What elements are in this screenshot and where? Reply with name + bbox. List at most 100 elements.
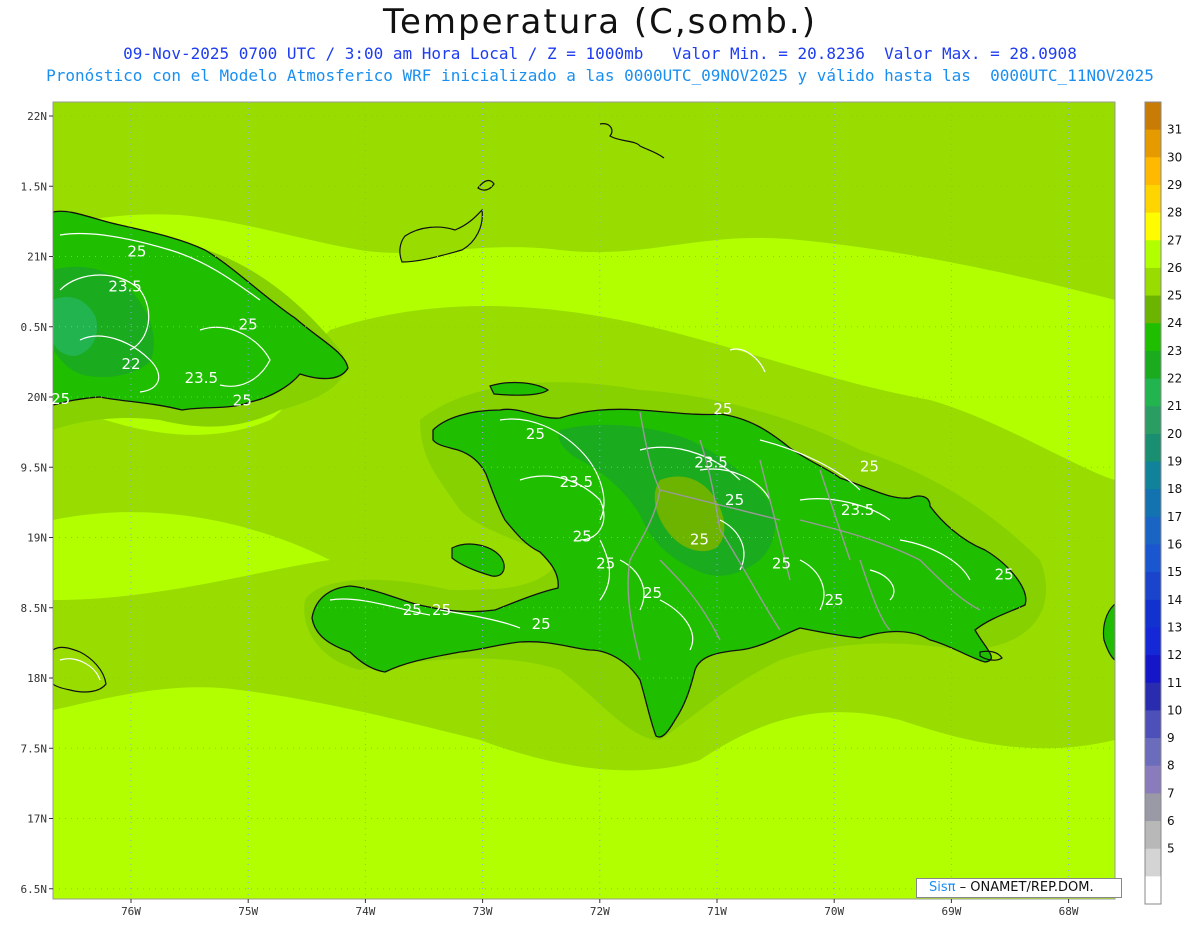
- legend-label: 16: [1167, 537, 1182, 551]
- lat-label: 6.5N: [21, 883, 48, 896]
- contour-label: 23.5: [841, 501, 874, 519]
- contour-label: 23.5: [694, 453, 727, 471]
- legend-swatch: [1145, 682, 1161, 711]
- legend-swatch: [1145, 102, 1161, 131]
- credit-brand: Sisπ: [929, 880, 956, 895]
- lat-label: 18N: [27, 672, 47, 685]
- contour-label: 25: [995, 566, 1014, 584]
- contour-label: 25: [526, 425, 545, 443]
- legend-swatch: [1145, 544, 1161, 573]
- legend-swatch: [1145, 157, 1161, 186]
- legend-swatch: [1145, 821, 1161, 850]
- legend-label: 28: [1167, 206, 1182, 220]
- legend-swatch: [1145, 378, 1161, 407]
- contour-label: 25: [127, 243, 146, 261]
- legend-swatch: [1145, 433, 1161, 463]
- legend-swatch: [1145, 295, 1161, 324]
- legend-swatch: [1145, 212, 1161, 241]
- legend-label: 19: [1167, 455, 1182, 469]
- legend-label: 27: [1167, 233, 1182, 247]
- map-canvas: 22N 1.5N 21N 0.5N 20N 9.5N 19N 8.5N 18N 7.5N 17N 6.…: [21, 101, 1182, 918]
- lat-label: 7.5N: [21, 742, 48, 755]
- color-legend: 31 30 29 28 27 26 25 24 23 22 21 20 19 18 17 16 15 14 13 12…: [1144, 101, 1182, 905]
- legend-label: 14: [1167, 593, 1182, 607]
- lat-label: 22N: [27, 110, 47, 123]
- legend-label: 7: [1167, 786, 1175, 800]
- contour-label: 25: [725, 491, 744, 509]
- contour-label: 25: [239, 316, 258, 334]
- legend-label: 12: [1167, 648, 1182, 662]
- legend-label: 5: [1167, 842, 1175, 856]
- contour-label: 23.5: [560, 473, 593, 491]
- legend-swatch: [1145, 489, 1161, 518]
- contour-label: 25: [643, 584, 662, 602]
- legend-label: 29: [1167, 178, 1182, 192]
- contour-label: 25: [532, 615, 551, 633]
- legend-swatch: [1145, 516, 1161, 545]
- legend-swatch: [1145, 350, 1161, 380]
- lat-label: 17N: [27, 813, 47, 826]
- lon-label: 73W: [473, 905, 493, 918]
- legend-label: 24: [1167, 316, 1182, 330]
- legend-label: 25: [1167, 289, 1182, 303]
- lon-label: 68W: [1059, 905, 1079, 918]
- legend-label: 30: [1167, 150, 1182, 164]
- lat-label: 8.5N: [21, 602, 48, 615]
- lat-label: 20N: [27, 391, 47, 404]
- contour-label: 25: [403, 601, 422, 619]
- lon-label: 74W: [355, 905, 375, 918]
- legend-swatch: [1145, 267, 1161, 297]
- lon-label: 76W: [121, 905, 141, 918]
- contour-label: 25: [772, 554, 791, 572]
- contour-label: 25: [860, 457, 879, 475]
- legend-swatch: [1145, 129, 1161, 158]
- legend-swatch: [1145, 184, 1161, 214]
- legend-label: 23: [1167, 344, 1182, 358]
- contour-label: 22: [121, 355, 140, 373]
- legend-label: 26: [1167, 261, 1182, 275]
- lat-label: 19N: [27, 532, 47, 545]
- legend-label: 31: [1167, 123, 1182, 137]
- legend-swatch: [1145, 599, 1161, 628]
- contour-label: 25: [825, 591, 844, 609]
- legend-label: 22: [1167, 372, 1182, 386]
- contour-label: 23.5: [108, 278, 141, 296]
- legend-swatch: [1145, 323, 1161, 352]
- credit-org: – ONAMET/REP.DOM.: [959, 880, 1094, 895]
- lat-label: 9.5N: [21, 461, 48, 474]
- legend-label: 17: [1167, 510, 1182, 524]
- legend-swatch: [1145, 406, 1161, 435]
- legend-swatch: [1145, 738, 1161, 767]
- legend-swatch: [1145, 572, 1161, 601]
- legend-label: 8: [1167, 759, 1175, 773]
- lat-label: 21N: [27, 251, 47, 264]
- contour-label: 25: [432, 601, 451, 619]
- lat-label: 0.5N: [21, 321, 48, 334]
- contour-label: 25: [573, 528, 592, 546]
- lon-label: 69W: [941, 905, 961, 918]
- credit-box: Sisπ – ONAMET/REP.DOM.: [916, 878, 1122, 898]
- legend-swatch: [1145, 240, 1161, 269]
- legend-label: 11: [1167, 676, 1182, 690]
- contour-label: 25: [713, 400, 732, 418]
- lon-label: 71W: [707, 905, 727, 918]
- legend-label: 9: [1167, 731, 1175, 745]
- legend-swatch: [1145, 461, 1161, 490]
- legend-label: 15: [1167, 565, 1182, 579]
- lon-label: 72W: [590, 905, 610, 918]
- legend-swatch: [1145, 710, 1161, 739]
- lon-label: 75W: [238, 905, 258, 918]
- contour-label: 25: [233, 391, 252, 409]
- legend-label: 21: [1167, 399, 1182, 413]
- legend-swatch: [1145, 876, 1161, 905]
- legend-label: 13: [1167, 620, 1182, 634]
- contour-label: 25: [690, 531, 709, 549]
- legend-swatch: [1145, 793, 1161, 822]
- legend-swatch: [1145, 765, 1161, 794]
- contour-label: 25: [596, 554, 615, 572]
- contour-label: 25: [51, 390, 70, 408]
- lat-label: 1.5N: [21, 180, 48, 193]
- legend-swatch: [1145, 848, 1161, 877]
- legend-swatch: [1145, 655, 1161, 684]
- legend-label: 20: [1167, 427, 1182, 441]
